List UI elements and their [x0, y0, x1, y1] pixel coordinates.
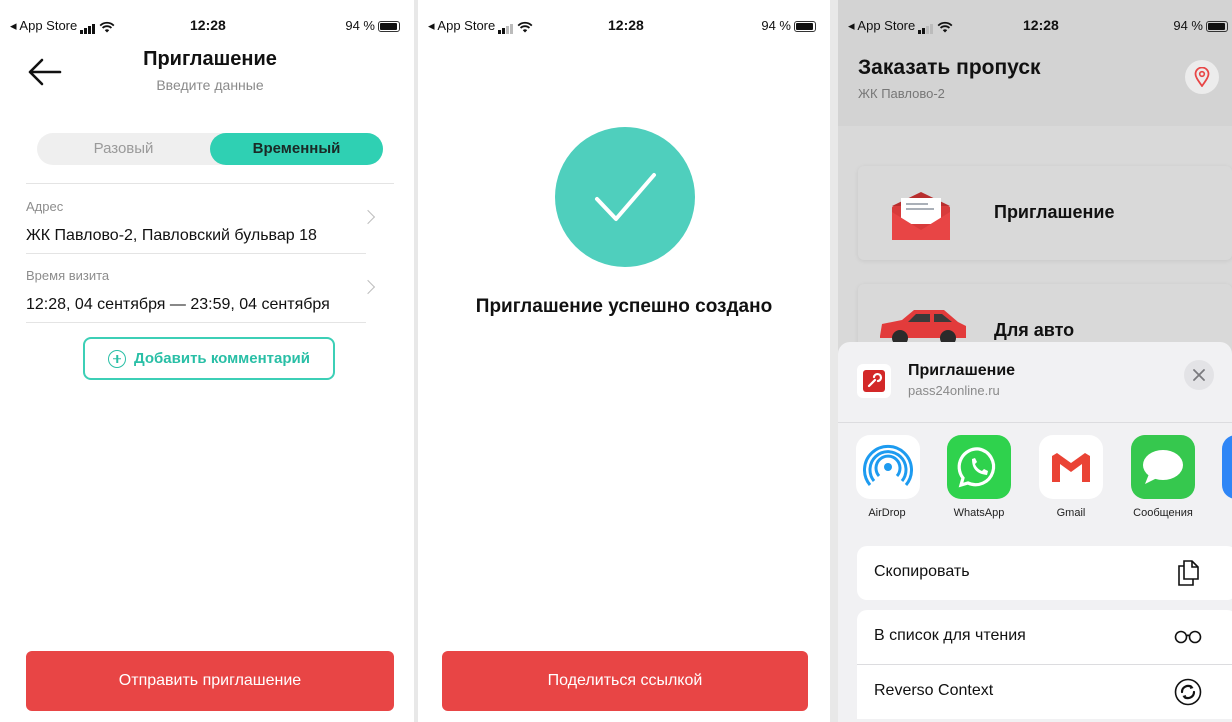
back-to-app-store-link[interactable]: ◂ App Store — [848, 18, 953, 35]
divider — [26, 183, 394, 184]
gmail-icon — [1052, 453, 1090, 482]
status-bar: ◂ App Store 12:28 94 % — [418, 0, 830, 35]
address-label: Адрес — [26, 199, 64, 214]
add-comment-label: Добавить комментарий — [134, 350, 310, 367]
location-pin-icon — [1194, 67, 1210, 87]
messages-icon — [1143, 450, 1183, 484]
status-time: 12:28 — [1023, 17, 1059, 33]
signal-icon — [80, 19, 96, 35]
battery-icon — [378, 21, 400, 33]
back-app-label: ◂ App Store — [428, 18, 496, 33]
share-link-button[interactable]: Поделиться ссылкой — [442, 651, 808, 711]
close-icon — [1193, 369, 1205, 381]
battery-percent: 94 % — [761, 18, 791, 33]
battery-percent: 94 % — [345, 18, 375, 33]
share-app-label: WhatsApp — [953, 507, 1005, 519]
page-title: Заказать пропуск — [858, 56, 1041, 79]
location-button[interactable] — [1185, 60, 1219, 94]
share-app-partial[interactable] — [1222, 435, 1232, 499]
share-title: Приглашение — [908, 362, 1016, 379]
share-app-label: AirDrop — [868, 507, 906, 519]
wifi-icon — [517, 21, 533, 33]
success-check-icon — [555, 127, 695, 267]
order-pass-screen: ◂ App Store 12:28 94 % Заказать пропуск … — [838, 0, 1232, 722]
share-app-label: Gmail — [1056, 507, 1086, 519]
action-reading-list[interactable]: В список для чтения — [857, 610, 1232, 664]
menu-item-label: Приглашение — [994, 202, 1115, 222]
status-time: 12:28 — [190, 17, 226, 33]
invite-form-screen: ◂ App Store 12:28 94 % Приглашение Введи… — [0, 0, 414, 722]
chevron-right-icon — [360, 279, 376, 295]
airdrop-icon — [863, 444, 913, 486]
visit-time-label: Время визита — [26, 268, 110, 283]
reverso-icon — [1173, 677, 1203, 707]
battery-icon — [1206, 21, 1228, 33]
app-icon — [857, 364, 891, 398]
share-url: pass24online.ru — [908, 383, 1000, 398]
share-app-whatsapp[interactable] — [947, 435, 1011, 499]
copy-icon — [1173, 558, 1203, 588]
menu-item-invitation[interactable]: Приглашение — [858, 166, 1232, 260]
battery-indicator: 94 % — [1173, 18, 1228, 33]
page-title: Приглашение — [143, 48, 277, 70]
invite-success-screen: ◂ App Store 12:28 94 % Приглашение успеш… — [418, 0, 830, 722]
glasses-icon — [1173, 622, 1203, 652]
car-icon — [880, 310, 966, 346]
plus-circle-icon — [108, 349, 126, 368]
action-label: Скопировать — [874, 563, 970, 580]
envelope-icon — [892, 192, 950, 240]
battery-indicator: 94 % — [345, 18, 400, 33]
action-copy[interactable]: Скопировать — [857, 546, 1232, 600]
share-sheet-header: Приглашение pass24online.ru — [838, 342, 1232, 422]
action-reverso-context[interactable]: Reverso Context — [857, 665, 1232, 719]
share-app-gmail[interactable] — [1039, 435, 1103, 499]
divider — [26, 253, 366, 254]
complex-name: ЖК Павлово-2 — [858, 86, 945, 101]
send-invite-button[interactable]: Отправить приглашение — [26, 651, 394, 711]
address-value: ЖК Павлово-2, Павловский бульвар 18 — [26, 227, 317, 244]
back-to-app-store-link[interactable]: ◂ App Store — [428, 18, 533, 35]
add-comment-button[interactable]: Добавить комментарий — [83, 337, 335, 380]
status-time: 12:28 — [608, 17, 644, 33]
back-to-app-store-link[interactable]: ◂ App Store — [10, 18, 115, 35]
panel-gap — [830, 0, 838, 722]
signal-icon — [498, 19, 514, 35]
status-bar: ◂ App Store 12:28 94 % — [0, 0, 414, 35]
share-app-label: Сообщения — [1133, 507, 1193, 519]
wifi-icon — [99, 21, 115, 33]
action-label: Reverso Context — [874, 682, 994, 699]
chevron-right-icon — [360, 209, 376, 225]
battery-indicator: 94 % — [761, 18, 816, 33]
menu-item-label: Для авто — [994, 320, 1075, 340]
page-subtitle: Введите данные — [156, 77, 264, 93]
battery-percent: 94 % — [1173, 18, 1203, 33]
action-label: В список для чтения — [874, 627, 1026, 644]
share-app-airdrop[interactable] — [856, 435, 920, 499]
divider — [838, 422, 1232, 423]
battery-icon — [794, 21, 816, 33]
visit-time-value: 12:28, 04 сентября — 23:59, 04 сентября — [26, 296, 330, 313]
wifi-icon — [937, 21, 953, 33]
segment-one-time[interactable]: Разовый — [37, 133, 210, 165]
signal-icon — [918, 19, 934, 35]
whatsapp-icon — [957, 447, 996, 488]
success-message: Приглашение успешно создано — [475, 296, 773, 317]
divider — [26, 322, 366, 323]
status-bar: ◂ App Store 12:28 94 % — [838, 0, 1232, 35]
back-app-label: ◂ App Store — [10, 18, 78, 33]
share-sheet: Приглашение pass24online.ru AirDrop What… — [838, 342, 1232, 722]
back-app-label: ◂ App Store — [848, 18, 916, 33]
pass24-logo-icon — [863, 370, 885, 392]
segment-temporary[interactable]: Временный — [210, 133, 383, 165]
share-app-messages[interactable] — [1131, 435, 1195, 499]
invite-type-segmented-control: Разовый Временный — [37, 133, 383, 165]
close-share-button[interactable] — [1184, 360, 1214, 390]
